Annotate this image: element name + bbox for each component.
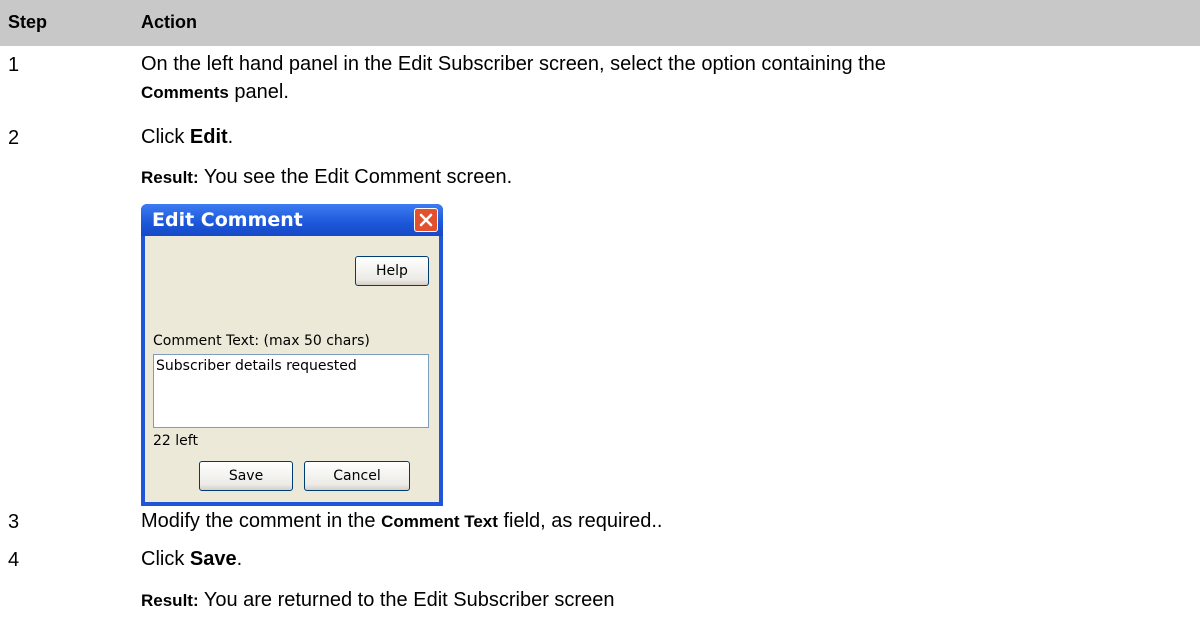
step-text: On the left hand panel in the Edit Subsc… — [141, 50, 941, 107]
result-text: You are returned to the Edit Subscriber … — [198, 589, 615, 611]
step-text: Click Edit. — [141, 123, 233, 151]
step-text-b: . — [227, 126, 234, 148]
help-button[interactable]: Help — [355, 256, 429, 286]
step-number: 4 — [8, 549, 20, 571]
comment-label: Comment Text: (max 50 chars) — [153, 333, 370, 349]
step-text-bold: Comment Text — [381, 512, 498, 531]
header-step: Step — [8, 12, 48, 32]
step-number: 2 — [8, 127, 20, 149]
step-text-b: . — [236, 548, 243, 570]
step-text-a: Click — [141, 548, 190, 570]
dialog-title: Edit Comment — [152, 209, 303, 231]
step-text: Modify the comment in the Comment Text f… — [141, 507, 662, 536]
step-text-bold: Save — [189, 548, 237, 570]
step-text-a: Click — [141, 126, 190, 148]
step-text: Click Save. — [141, 545, 242, 573]
table-header: Step Action — [0, 0, 1200, 46]
header-action: Action — [141, 12, 197, 32]
steps-table: Step Action 1 On the left hand panel in … — [0, 0, 1200, 611]
cancel-button[interactable]: Cancel — [304, 461, 410, 491]
save-button[interactable]: Save — [199, 461, 293, 491]
step-text-b: field, as required.. — [497, 510, 663, 532]
close-icon — [419, 213, 433, 227]
step-text-bold: Edit — [189, 126, 228, 148]
result-line: Result: You see the Edit Comment screen. — [141, 166, 512, 189]
close-button[interactable] — [414, 208, 438, 232]
edit-comment-dialog: Edit Comment Help Comment Text: (max 50 … — [141, 204, 443, 506]
result-label: Result: — [141, 591, 199, 610]
chars-remaining: 22 left — [153, 433, 198, 449]
result-text: You see the Edit Comment screen. — [198, 166, 513, 188]
step-text-a: Modify the comment in the — [141, 510, 382, 532]
step-text-bold: Comments — [141, 83, 229, 102]
comment-text-field[interactable]: Subscriber details requested — [153, 354, 429, 428]
dialog-titlebar[interactable]: Edit Comment — [141, 204, 443, 236]
result-label: Result: — [141, 168, 199, 187]
step-number: 3 — [8, 511, 20, 533]
result-line: Result: You are returned to the Edit Sub… — [141, 589, 614, 612]
dialog-body: Help Comment Text: (max 50 chars) Subscr… — [145, 236, 439, 502]
step-number: 1 — [8, 54, 20, 76]
step-text-a: On the left hand panel in the Edit Subsc… — [141, 53, 886, 75]
step-text-b: panel. — [228, 81, 289, 103]
